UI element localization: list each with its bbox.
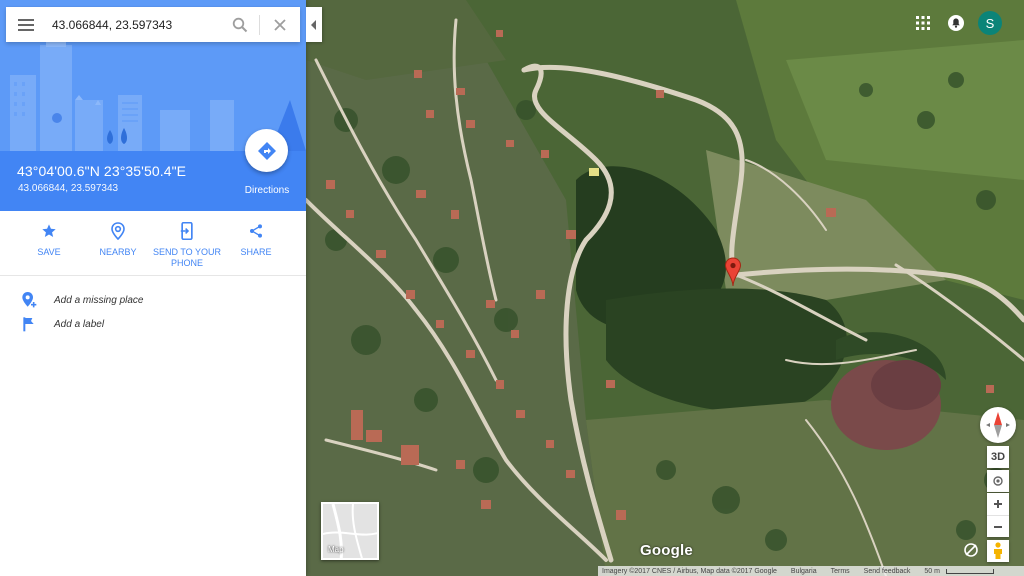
location-pin[interactable] — [724, 257, 742, 287]
search-input[interactable] — [52, 12, 222, 37]
zoom-controls — [987, 493, 1009, 537]
terms-link[interactable]: Terms — [831, 568, 850, 575]
zoom-in-button[interactable] — [987, 493, 1009, 515]
my-location-icon — [993, 476, 1003, 486]
satellite-map[interactable]: Map Google — [306, 0, 1024, 576]
satellite-imagery — [306, 0, 1024, 576]
collapse-panel-button[interactable] — [306, 7, 322, 42]
action-bar: SAVE NEARBY SEND TO YOUR PHONE SHARE — [0, 211, 306, 276]
search-box — [6, 7, 300, 42]
send-to-phone-label: SEND TO YOUR PHONE — [152, 247, 222, 268]
pegman-icon — [994, 542, 1002, 559]
search-button[interactable] — [228, 13, 252, 37]
map-type-toggle[interactable]: Map — [321, 502, 379, 560]
google-logo: Google — [640, 542, 693, 559]
notifications-icon — [948, 15, 964, 31]
save-button[interactable]: SAVE — [9, 221, 89, 258]
add-place-icon — [22, 292, 37, 308]
clear-search-button[interactable] — [268, 13, 292, 37]
add-label-label: Add a label — [54, 318, 105, 330]
send-to-phone-button[interactable]: SEND TO YOUR PHONE — [147, 221, 227, 269]
labels-toggle-button[interactable] — [962, 541, 980, 559]
no-labels-icon — [964, 543, 978, 557]
place-panel: 43°04'00.6"N 23°35'50.4"E 43.066844, 23.… — [0, 0, 306, 576]
send-to-phone-icon — [180, 222, 193, 240]
compass-icon — [986, 412, 1010, 438]
my-location-button[interactable] — [987, 470, 1009, 492]
country-label: Bulgaria — [790, 567, 817, 575]
scale-label[interactable]: 50 m — [924, 568, 940, 575]
nearby-icon — [111, 222, 125, 240]
compass-button[interactable] — [980, 407, 1016, 443]
close-icon — [274, 19, 286, 31]
save-label: SAVE — [37, 247, 61, 257]
scale-bar — [945, 568, 994, 574]
add-missing-place-item[interactable]: Add a missing place — [0, 289, 306, 311]
share-icon — [250, 224, 262, 238]
imagery-attribution: Imagery ©2017 CNES / Airbus, Map data ©2… — [602, 567, 777, 575]
hamburger-menu-icon — [18, 18, 34, 31]
add-missing-place-label: Add a missing place — [54, 294, 144, 306]
share-label: SHARE — [240, 247, 272, 257]
search-divider — [259, 15, 260, 35]
send-feedback-link[interactable]: Send feedback — [864, 568, 911, 575]
plus-icon — [994, 500, 1002, 508]
map-pin-icon — [724, 257, 742, 287]
share-button[interactable]: SHARE — [216, 221, 296, 258]
directions-button[interactable] — [245, 129, 288, 172]
maps-app: Map Google S 3D Imagery ©2017 CNES / Air… — [0, 0, 1024, 576]
directions-icon — [257, 141, 276, 160]
flag-icon — [23, 317, 34, 332]
coordinates-decimal: 43.066844, 23.597343 — [18, 183, 119, 194]
star-icon — [42, 224, 56, 237]
notifications-button[interactable] — [944, 11, 968, 35]
apps-grid-icon — [916, 16, 930, 30]
apps-grid-button[interactable] — [911, 11, 935, 35]
map-type-label: Map — [328, 545, 344, 554]
minus-icon — [994, 525, 1002, 528]
chevron-left-icon — [311, 19, 316, 30]
map-footer: Imagery ©2017 CNES / Airbus, Map data ©2… — [598, 566, 1024, 576]
nearby-label: NEARBY — [99, 247, 137, 257]
nearby-button[interactable]: NEARBY — [78, 221, 158, 258]
street-view-pegman[interactable] — [987, 540, 1009, 562]
tilt-3d-button[interactable]: 3D — [987, 446, 1009, 468]
add-label-item[interactable]: Add a label — [0, 313, 306, 335]
zoom-out-button[interactable] — [987, 515, 1009, 537]
search-icon — [232, 17, 248, 33]
account-avatar[interactable]: S — [978, 11, 1002, 35]
directions-label[interactable]: Directions — [232, 185, 302, 196]
coordinates-dms: 43°04'00.6"N 23°35'50.4"E — [17, 163, 187, 179]
menu-button[interactable] — [6, 7, 46, 42]
